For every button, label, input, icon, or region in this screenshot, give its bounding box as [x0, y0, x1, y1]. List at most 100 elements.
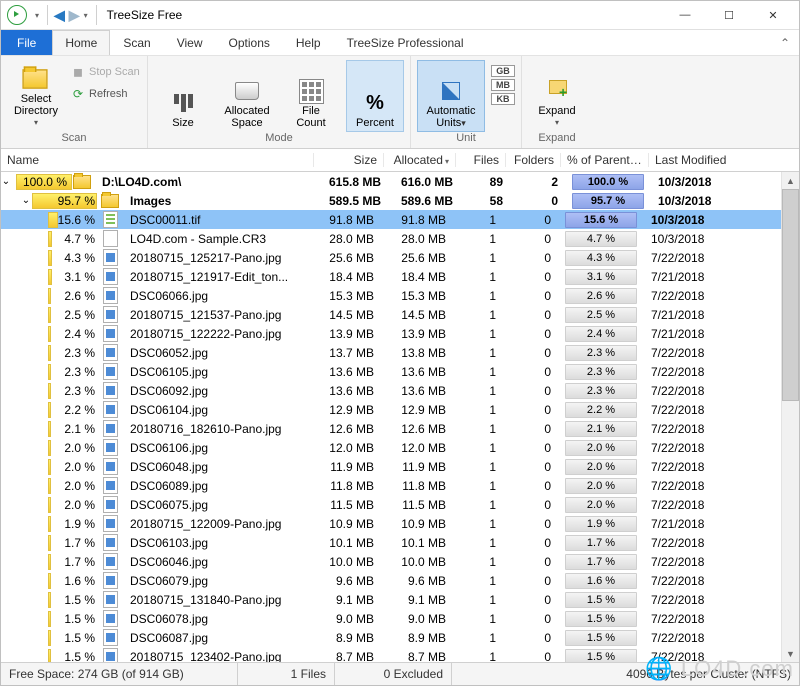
- tree-row-file[interactable]: 2.6 %DSC06066.jpg15.3 MB15.3 MB102.6 %7/…: [1, 286, 799, 305]
- col-header-size[interactable]: Size: [314, 153, 384, 167]
- caret-icon[interactable]: ⌄: [21, 195, 31, 206]
- file-icon: [103, 439, 118, 456]
- caret-icon[interactable]: ⌄: [1, 176, 11, 187]
- nav-history-dropdown[interactable]: ▾: [82, 11, 92, 20]
- qa-dropdown[interactable]: ▾: [33, 11, 43, 20]
- tree-row-file[interactable]: 2.0 %DSC06089.jpg11.8 MB11.8 MB102.0 %7/…: [1, 476, 799, 495]
- collapse-ribbon-icon[interactable]: ⌃: [771, 30, 799, 55]
- group-label-scan: Scan: [61, 132, 86, 146]
- tree-row-file[interactable]: 4.7 %LO4D.com - Sample.CR328.0 MB28.0 MB…: [1, 229, 799, 248]
- percent-pill: 1.5 %: [565, 630, 637, 646]
- grid-icon: [297, 77, 325, 105]
- percent-pill: 2.5 %: [565, 307, 637, 323]
- percent-pill: 1.7 %: [565, 535, 637, 551]
- percent-pill: 1.5 %: [565, 611, 637, 627]
- unit-gb-button[interactable]: GB: [491, 65, 515, 77]
- file-icon: [103, 230, 118, 247]
- tree-row-file[interactable]: 1.9 %20180715_122009-Pano.jpg10.9 MB10.9…: [1, 514, 799, 533]
- ribbon: Select Directory ▾ ◼ Stop Scan ⟳ Refresh…: [1, 56, 799, 149]
- col-header-last[interactable]: Last Modified: [649, 153, 782, 167]
- file-tab[interactable]: File: [1, 30, 52, 55]
- percent-pill: 1.6 %: [565, 573, 637, 589]
- unit-auto-button[interactable]: Automatic Units▾: [417, 60, 485, 132]
- tree-row-file[interactable]: 2.0 %DSC06106.jpg12.0 MB12.0 MB102.0 %7/…: [1, 438, 799, 457]
- vertical-scrollbar[interactable]: ▲ ▼: [781, 172, 799, 662]
- file-icon: [103, 401, 118, 418]
- file-icon: [103, 610, 118, 627]
- tree-row-file[interactable]: 2.3 %DSC06092.jpg13.6 MB13.6 MB102.3 %7/…: [1, 381, 799, 400]
- file-icon: [103, 591, 118, 608]
- nav-forward-icon[interactable]: ▶: [67, 7, 82, 24]
- close-button[interactable]: ✕: [751, 1, 795, 29]
- col-header-name[interactable]: Name: [1, 153, 314, 167]
- folder-search-icon: [22, 65, 50, 93]
- file-icon: [103, 420, 118, 437]
- col-header-folders[interactable]: Folders: [506, 153, 561, 167]
- col-header-files[interactable]: Files: [456, 153, 506, 167]
- minimize-button[interactable]: —: [663, 1, 707, 29]
- tree-row-file[interactable]: 2.3 %DSC06052.jpg13.7 MB13.8 MB102.3 %7/…: [1, 343, 799, 362]
- file-tree[interactable]: ▲ ▼ ⌄100.0 %D:\LO4D.com\615.8 MB616.0 MB…: [1, 172, 799, 662]
- tree-row-file[interactable]: 1.7 %DSC06103.jpg10.1 MB10.1 MB101.7 %7/…: [1, 533, 799, 552]
- unit-mb-button[interactable]: MB: [491, 79, 515, 91]
- expand-button[interactable]: + Expand ▾: [528, 60, 586, 132]
- col-header-allocated[interactable]: Allocated▾: [384, 153, 456, 167]
- percent-pill: 2.1 %: [565, 421, 637, 437]
- mode-allocated-button[interactable]: Allocated Space: [218, 60, 276, 132]
- stop-scan-button[interactable]: ◼ Stop Scan: [71, 62, 141, 82]
- tree-row-file[interactable]: 2.4 %20180715_122222-Pano.jpg13.9 MB13.9…: [1, 324, 799, 343]
- tree-row-file[interactable]: 1.6 %DSC06079.jpg9.6 MB9.6 MB101.6 %7/22…: [1, 571, 799, 590]
- percent-pill: 95.7 %: [572, 193, 644, 209]
- file-icon: [103, 534, 118, 551]
- scroll-thumb[interactable]: [782, 189, 799, 401]
- menu-tab-home[interactable]: Home: [52, 30, 110, 55]
- file-icon: [103, 325, 118, 342]
- tree-row-file[interactable]: 2.2 %DSC06104.jpg12.9 MB12.9 MB102.2 %7/…: [1, 400, 799, 419]
- menu-tab-options[interactable]: Options: [216, 30, 283, 55]
- menu-tab-help[interactable]: Help: [283, 30, 334, 55]
- tree-row-file[interactable]: 3.1 %20180715_121917-Edit_ton...18.4 MB1…: [1, 267, 799, 286]
- tree-row-folder[interactable]: ⌄95.7 %Images589.5 MB589.6 MB58095.7 %10…: [1, 191, 799, 210]
- maximize-button[interactable]: ☐: [707, 1, 751, 29]
- unit-kb-button[interactable]: KB: [491, 93, 515, 105]
- tree-row-file[interactable]: 1.5 %20180715_131840-Pano.jpg9.1 MB9.1 M…: [1, 590, 799, 609]
- ribbon-group-unit: Automatic Units▾ GB MB KB Unit: [411, 56, 522, 148]
- menu-tab-treesize-professional[interactable]: TreeSize Professional: [334, 30, 477, 55]
- scroll-down-icon[interactable]: ▼: [782, 645, 799, 662]
- percent-pill: 1.7 %: [565, 554, 637, 570]
- percent-pill: 4.7 %: [565, 231, 637, 247]
- tree-row-file[interactable]: 2.1 %20180716_182610-Pano.jpg12.6 MB12.6…: [1, 419, 799, 438]
- file-icon: [103, 287, 118, 304]
- tree-row-file[interactable]: 1.5 %20180715_123402-Pano.jpg8.7 MB8.7 M…: [1, 647, 799, 662]
- tree-row-file[interactable]: 1.5 %DSC06087.jpg8.9 MB8.9 MB101.5 %7/22…: [1, 628, 799, 647]
- tree-row-file[interactable]: 2.5 %20180715_121537-Pano.jpg14.5 MB14.5…: [1, 305, 799, 324]
- file-icon: [103, 344, 118, 361]
- column-headers: Name Size Allocated▾ Files Folders % of …: [1, 149, 799, 172]
- tree-row-file[interactable]: 15.6 %DSC00011.tif91.8 MB91.8 MB1015.6 %…: [1, 210, 799, 229]
- statusbar: Free Space: 274 GB (of 914 GB) 1 Files 0…: [1, 662, 799, 685]
- mode-file-count-button[interactable]: File Count: [282, 60, 340, 132]
- tree-row-file[interactable]: 1.5 %DSC06078.jpg9.0 MB9.0 MB101.5 %7/22…: [1, 609, 799, 628]
- col-header-percent[interactable]: % of Parent (...: [561, 153, 649, 167]
- mode-percent-button[interactable]: % Percent: [346, 60, 404, 132]
- refresh-button[interactable]: ⟳ Refresh: [71, 84, 141, 104]
- percent-pill: 2.3 %: [565, 383, 637, 399]
- menu-tab-view[interactable]: View: [164, 30, 216, 55]
- tree-row-file[interactable]: 1.7 %DSC06046.jpg10.0 MB10.0 MB101.7 %7/…: [1, 552, 799, 571]
- titlebar: ▾ ◀ ▶ ▾ TreeSize Free — ☐ ✕: [1, 1, 799, 30]
- tree-row-file[interactable]: 4.3 %20180715_125217-Pano.jpg25.6 MB25.6…: [1, 248, 799, 267]
- percent-pill: 1.5 %: [565, 649, 637, 663]
- percent-pill: 2.0 %: [565, 440, 637, 456]
- tree-row-file[interactable]: 2.3 %DSC06105.jpg13.6 MB13.6 MB102.3 %7/…: [1, 362, 799, 381]
- nav-back-icon[interactable]: ◀: [52, 7, 67, 24]
- app-icon[interactable]: [7, 5, 27, 25]
- percent-pill: 100.0 %: [572, 174, 644, 190]
- tree-row-root[interactable]: ⌄100.0 %D:\LO4D.com\615.8 MB616.0 MB8921…: [1, 172, 799, 191]
- mode-size-button[interactable]: Size: [154, 60, 212, 132]
- menu-tab-scan[interactable]: Scan: [110, 30, 163, 55]
- tree-row-file[interactable]: 2.0 %DSC06075.jpg11.5 MB11.5 MB102.0 %7/…: [1, 495, 799, 514]
- select-directory-button[interactable]: Select Directory ▾: [7, 60, 65, 132]
- tree-row-file[interactable]: 2.0 %DSC06048.jpg11.9 MB11.9 MB102.0 %7/…: [1, 457, 799, 476]
- scroll-up-icon[interactable]: ▲: [782, 172, 799, 189]
- refresh-icon: ⟳: [71, 87, 85, 101]
